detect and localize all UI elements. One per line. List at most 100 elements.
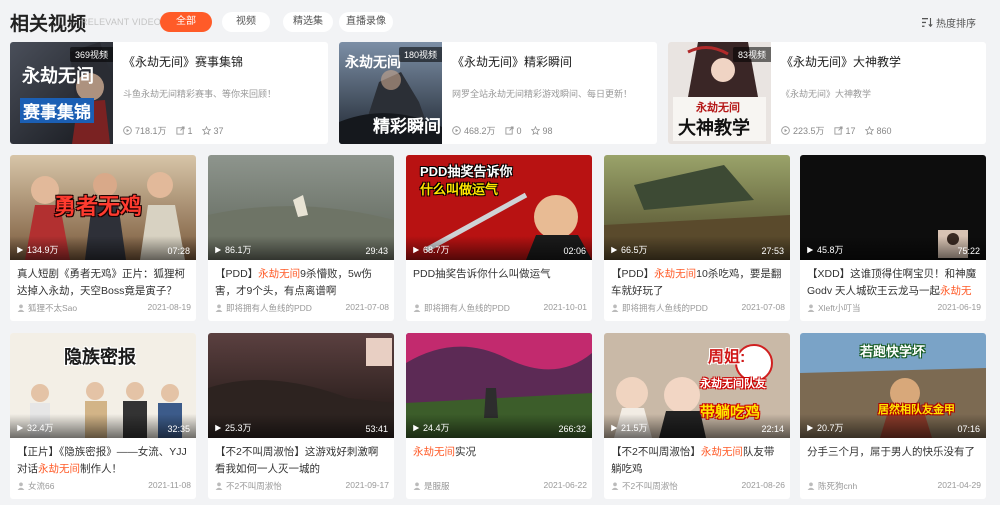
section-title: 相关视频: [10, 14, 87, 35]
thumb-text: 赛事集锦: [20, 98, 94, 123]
author-name: 狐狸不太Sao: [28, 303, 78, 313]
collection-shares: 0: [516, 125, 522, 136]
video-card[interactable]: PDD抽奖告诉你 什么叫做运气 68.7万 02:06 PDD抽奖告诉你什么叫做运…: [406, 155, 592, 321]
video-meta: 即将拥有人鱼线的PDD 2021-07-08: [215, 302, 389, 314]
collection-stats: 718.1万 1 37: [123, 124, 224, 137]
thumbnail-caption: 隐族密报: [64, 347, 136, 367]
tab-collections[interactable]: 精选集: [283, 12, 333, 32]
video-author[interactable]: 狐狸不太Sao: [17, 302, 77, 314]
user-icon: [17, 304, 25, 312]
video-duration: 27:53: [761, 246, 784, 256]
video-card[interactable]: 勇者无鸡 134.9万 07:28 真人短剧《勇者无鸡》正片：狐狸柯达掉入永劫，…: [10, 155, 196, 321]
section-header: 相关视频 RELEVANT VIDEO 全部 视频 精选集 直播录像 热度排序: [0, 0, 1000, 42]
play-icon: [215, 424, 222, 431]
author-name: Xleft小叮当: [818, 303, 861, 313]
video-count-badge: 180视频: [398, 47, 442, 62]
video-thumbnail[interactable]: 隐族密报 32.4万 32:35: [10, 333, 196, 438]
views-count: 86.1万: [225, 245, 252, 255]
collection-stats: 223.5万 17 860: [781, 124, 892, 137]
collection-thumbnail[interactable]: 永劫无间 大神教学 83视频: [668, 42, 771, 144]
user-icon: [413, 482, 421, 490]
collection-thumbnail[interactable]: 永劫无间 赛事集锦 369视频: [10, 42, 113, 144]
video-author[interactable]: 不2不叫周淑怡: [215, 480, 282, 492]
collection-title[interactable]: 《永劫无间》精彩瞬间: [452, 53, 572, 70]
collection-description: 斗鱼永劫无间精彩赛事、等你来回顾！: [123, 89, 277, 99]
video-thumbnail[interactable]: 45.8万 75:22: [800, 155, 986, 260]
video-card[interactable]: 若跑快学坏 居然相队友金甲 20.7万 07:16 分手三个月，屌于男人的快乐没有…: [800, 333, 986, 499]
video-card[interactable]: 周姐: 永劫无间队友 带躺吃鸡 21.5万 22:14 【不2不叫周淑怡】永劫无间队…: [604, 333, 790, 499]
video-title[interactable]: 【XDD】这谁顶得住啊宝贝！和神魔Godv 天人城砍王云龙马一起永劫无: [807, 266, 979, 300]
video-card[interactable]: 86.1万 29:43 【PDD】永劫无间9杀懵败，5w伤害，才9个头，有点离谱…: [208, 155, 394, 321]
video-thumbnail[interactable]: 86.1万 29:43: [208, 155, 394, 260]
video-title[interactable]: 真人短剧《勇者无鸡》正片：狐狸柯达掉入永劫，天空Boss竟是寅子？: [17, 266, 189, 300]
video-author[interactable]: 即将拥有人鱼线的PDD: [413, 302, 510, 314]
collection-card[interactable]: 永劫无间 精彩瞬间 180视频 《永劫无间》精彩瞬间 网罗全站永劫无间精彩游戏瞬…: [339, 42, 657, 144]
tab-videos[interactable]: 视频: [222, 12, 270, 32]
section-subtitle: RELEVANT VIDEO: [81, 17, 161, 27]
video-views: 45.8万: [806, 243, 844, 256]
video-thumbnail[interactable]: PDD抽奖告诉你 什么叫做运气 68.7万 02:06: [406, 155, 592, 260]
title-highlight: 永劫无间: [700, 446, 743, 458]
video-thumbnail[interactable]: 66.5万 27:53: [604, 155, 790, 260]
video-author[interactable]: 女流66: [17, 480, 54, 492]
collection-title[interactable]: 《永劫无间》大神教学: [781, 53, 901, 70]
author-name: 不2不叫周淑怡: [226, 481, 282, 491]
video-card[interactable]: 45.8万 75:22 【XDD】这谁顶得住啊宝贝！和神魔Godv 天人城砍王云…: [800, 155, 986, 321]
thumbnail-caption: PDD抽奖告诉你: [420, 164, 513, 179]
video-duration: 53:41: [365, 424, 388, 434]
video-meta: 不2不叫周淑怡 2021-09-17: [215, 480, 389, 492]
video-author[interactable]: 即将拥有人鱼线的PDD: [611, 302, 708, 314]
video-title[interactable]: 【不2不叫周淑怡】永劫无间队友带躺吃鸡: [611, 444, 783, 478]
video-card[interactable]: 隐族密报 32.4万 32:35 【正片】《隐族密报》——女流、YJJ对话永劫无…: [10, 333, 196, 499]
video-date: 2021-10-01: [543, 302, 587, 312]
video-duration: 07:28: [167, 246, 190, 256]
video-thumbnail[interactable]: 25.3万 53:41: [208, 333, 394, 438]
collection-thumbnail[interactable]: 永劫无间 精彩瞬间 180视频: [339, 42, 442, 144]
thumb-text: 永劫无间: [345, 54, 401, 70]
user-icon: [17, 482, 25, 490]
author-name: 不2不叫周淑怡: [622, 481, 678, 491]
video-title[interactable]: 【正片】《隐族密报》——女流、YJJ对话永劫无间制作人！: [17, 444, 189, 478]
play-icon: [781, 126, 790, 135]
views-count: 24.4万: [423, 423, 450, 433]
video-title[interactable]: 【PDD】永劫无间9杀懵败，5w伤害，才9个头，有点离谱啊: [215, 266, 387, 300]
video-title[interactable]: 【PDD】永劫无间10杀吃鸡，要是翻车就好玩了: [611, 266, 783, 300]
video-count-badge: 83视频: [732, 47, 771, 62]
video-title[interactable]: PDD抽奖告诉你什么叫做运气: [413, 266, 585, 300]
collection-views: 718.1万: [135, 126, 167, 136]
video-title[interactable]: 永劫无间实况: [413, 444, 585, 478]
video-thumbnail[interactable]: 周姐: 永劫无间队友 带躺吃鸡 21.5万 22:14: [604, 333, 790, 438]
title-highlight: 永劫无间: [38, 463, 80, 475]
tab-all[interactable]: 全部: [160, 12, 212, 32]
video-author[interactable]: 是服服: [413, 480, 450, 492]
video-thumbnail[interactable]: 24.4万 266:32: [406, 333, 592, 438]
video-card[interactable]: 66.5万 27:53 【PDD】永劫无间10杀吃鸡，要是翻车就好玩了 即将拥有…: [604, 155, 790, 321]
collection-card[interactable]: 永劫无间 赛事集锦 369视频 《永劫无间》赛事集锦 斗鱼永劫无间精彩赛事、等你…: [10, 42, 328, 144]
collection-title[interactable]: 《永劫无间》赛事集锦: [123, 53, 243, 70]
star-icon: [864, 126, 874, 135]
video-card[interactable]: 25.3万 53:41 【不2不叫周淑怡】这游戏好刺激啊 看我如何一人灭一城的 …: [208, 333, 394, 499]
collection-card[interactable]: 永劫无间 大神教学 83视频 《永劫无间》大神教学 《永劫无间》大神教学 223…: [668, 42, 986, 144]
title-text: 分手三个月，屌于男人的快乐没有了: [807, 446, 975, 458]
video-thumbnail[interactable]: 若跑快学坏 居然相队友金甲 20.7万 07:16: [800, 333, 986, 438]
sort-icon: [922, 18, 933, 27]
star-icon: [201, 126, 211, 135]
sort-button[interactable]: 热度排序: [922, 15, 976, 30]
video-title[interactable]: 【不2不叫周淑怡】这游戏好刺激啊 看我如何一人灭一城的: [215, 444, 387, 478]
video-duration: 07:16: [957, 424, 980, 434]
video-author[interactable]: 不2不叫周淑怡: [611, 480, 678, 492]
play-icon: [17, 424, 24, 431]
video-author[interactable]: Xleft小叮当: [807, 302, 861, 314]
video-author[interactable]: 陈死狗cnh: [807, 480, 857, 492]
video-date: 2021-07-08: [345, 302, 389, 312]
video-meta: 是服服 2021-06-22: [413, 480, 587, 492]
video-duration: 29:43: [365, 246, 388, 256]
video-thumbnail[interactable]: 勇者无鸡 134.9万 07:28: [10, 155, 196, 260]
video-card[interactable]: 24.4万 266:32 永劫无间实况 是服服 2021-06-22: [406, 333, 592, 499]
tab-live-replay[interactable]: 直播录像: [339, 12, 393, 32]
video-meta: 即将拥有人鱼线的PDD 2021-07-08: [611, 302, 785, 314]
video-count-badge: 369视频: [69, 47, 113, 62]
video-duration: 22:14: [761, 424, 784, 434]
video-title[interactable]: 分手三个月，屌于男人的快乐没有了: [807, 444, 979, 478]
video-author[interactable]: 即将拥有人鱼线的PDD: [215, 302, 312, 314]
